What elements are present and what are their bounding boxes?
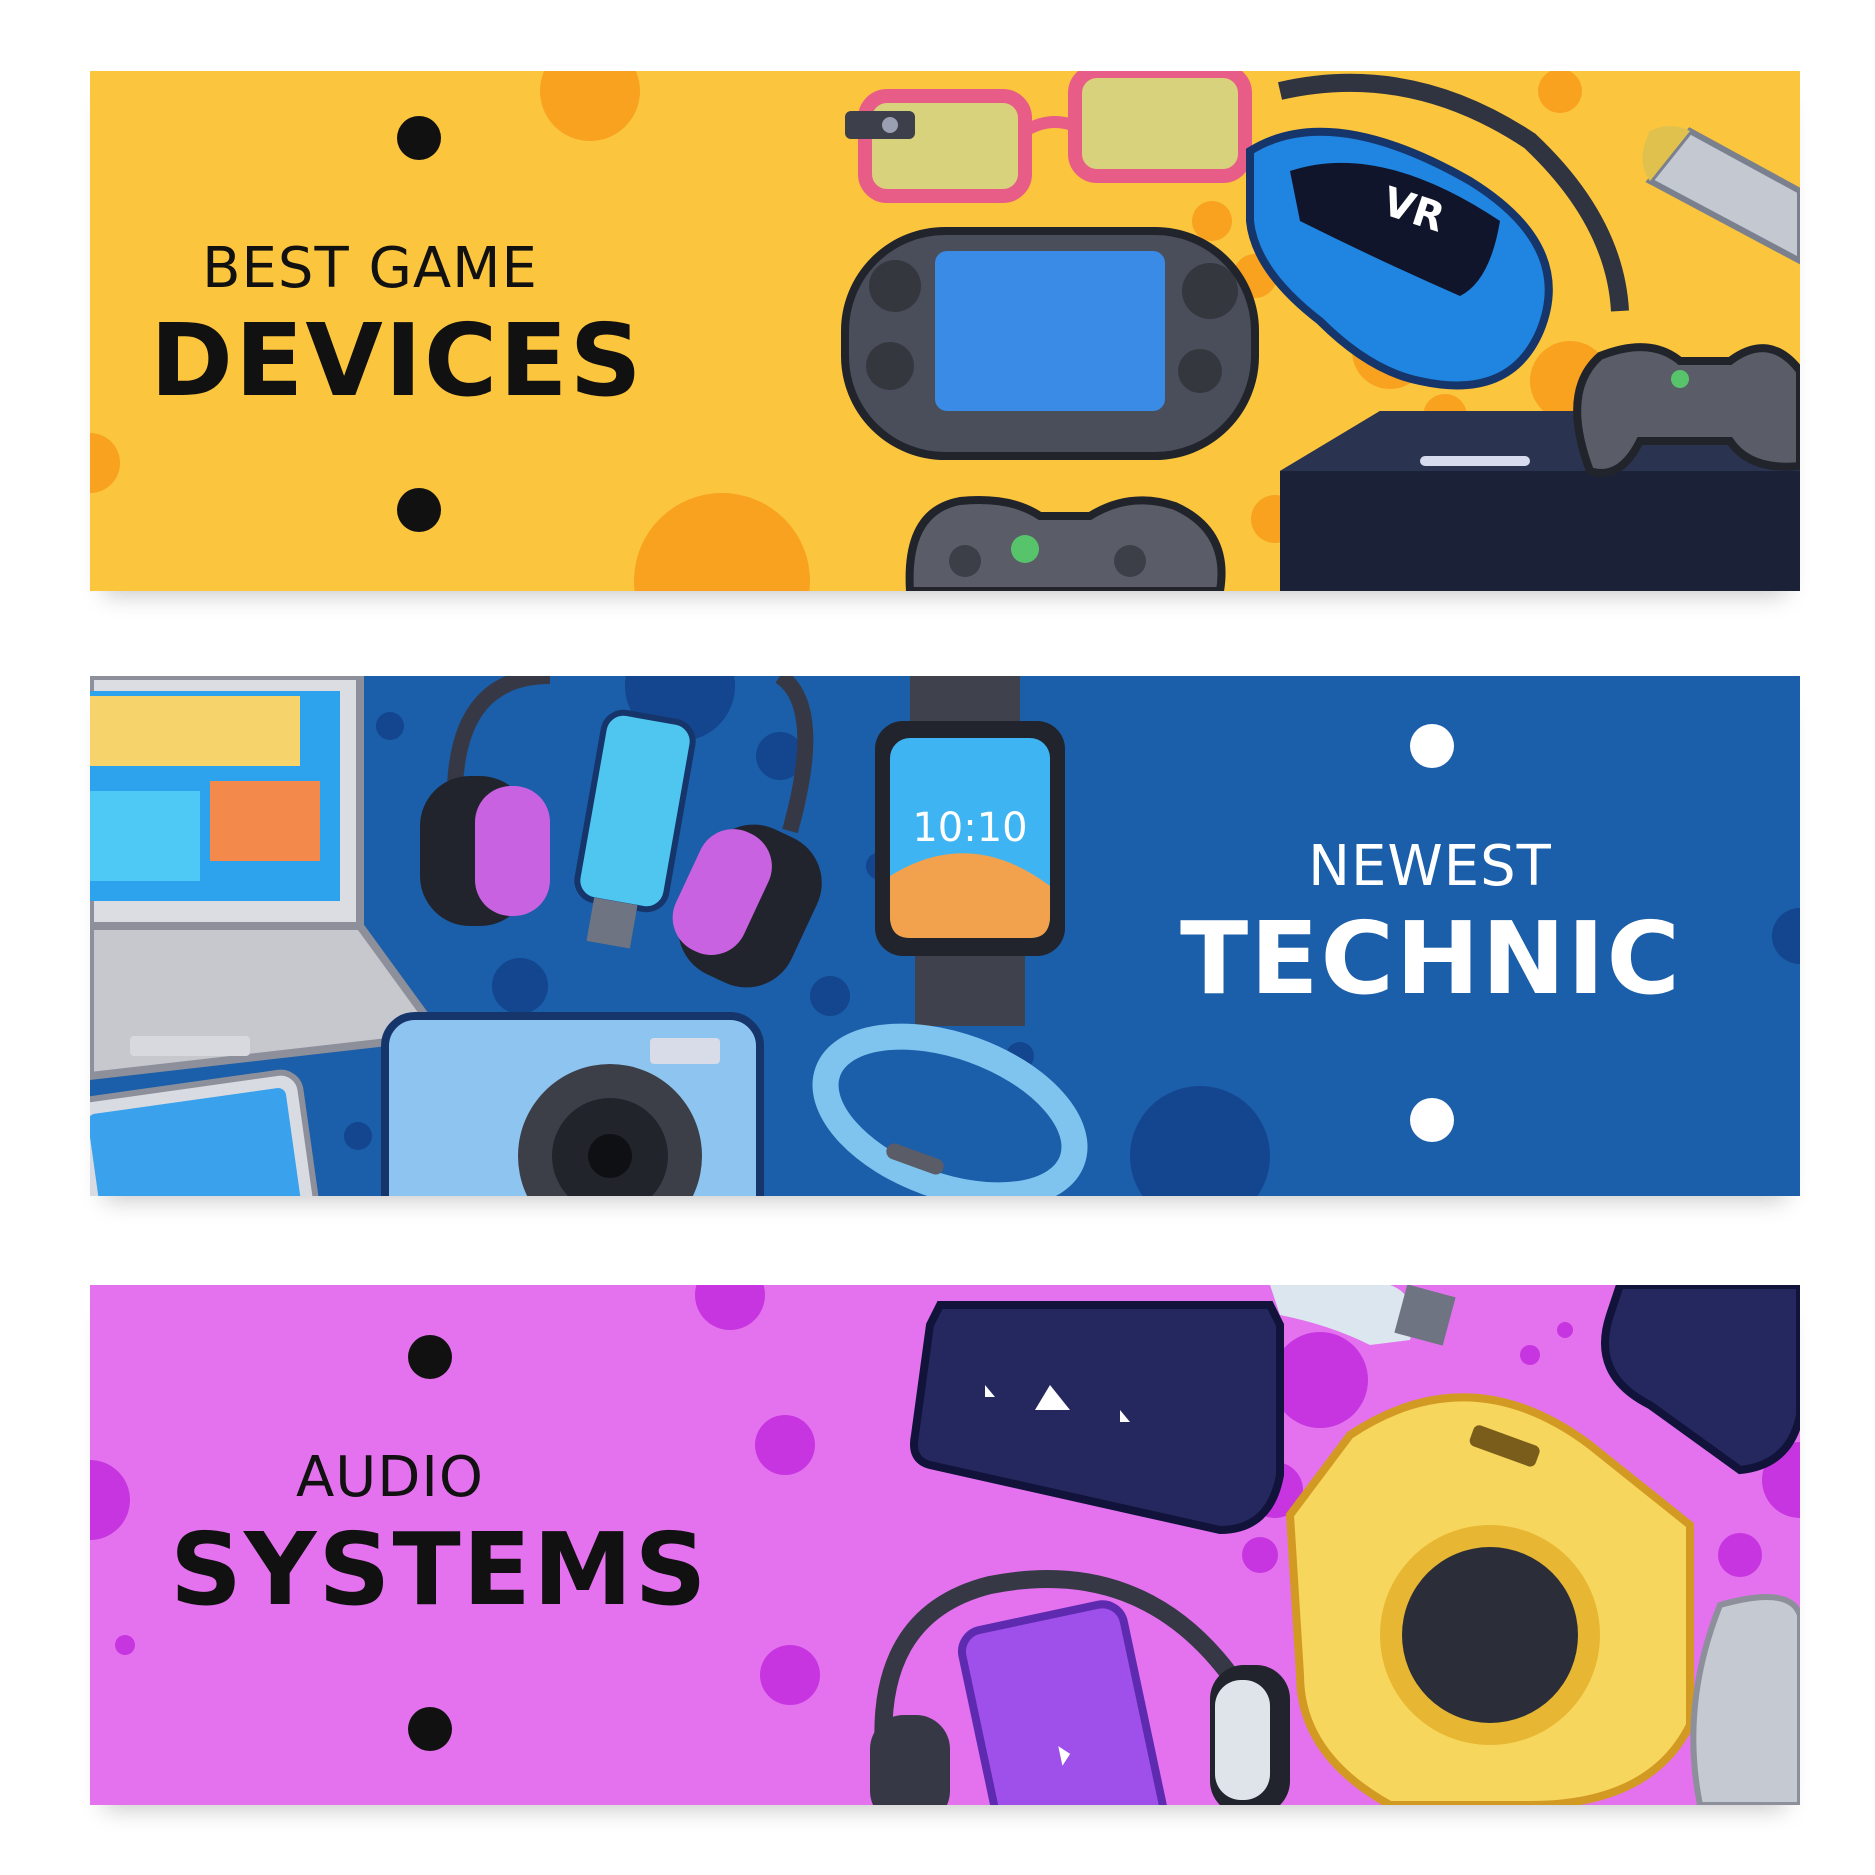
decor-dot-bottom (1410, 1098, 1454, 1142)
portable-speaker-icon (1601, 1285, 1800, 1475)
stylus-device-icon (1642, 126, 1800, 265)
decor-dot-bottom (408, 1707, 452, 1751)
usb-drive-icon (1270, 1285, 1456, 1346)
tablet-icon (90, 1069, 321, 1196)
game-devices-heading: BEST GAME DEVICES (150, 236, 644, 419)
heading-large: SYSTEMS (170, 1511, 709, 1628)
decor-dot-top (1410, 724, 1454, 768)
smart-glasses-icon (845, 71, 1252, 203)
music-player-icon (957, 1600, 1168, 1805)
media-player-icon (910, 1301, 1284, 1535)
banner-game-devices: VR BEST GAME DEVICES (90, 71, 1800, 591)
game-controller-icon (905, 496, 1226, 591)
cylinder-speaker-icon (1690, 1594, 1800, 1805)
svg-text:10:10: 10:10 (912, 805, 1027, 851)
fitness-band-icon (812, 1023, 1088, 1196)
technic-heading: NEWEST TECHNIC (1180, 839, 1680, 1009)
heading-small: BEST GAME (202, 236, 538, 301)
speaker-icon (1285, 1393, 1694, 1805)
heading-large: TECHNIC (1180, 900, 1682, 1017)
heading-large: DEVICES (150, 302, 644, 419)
handheld-console-icon (841, 227, 1259, 460)
decor-dot-bottom (397, 488, 441, 532)
decor-dot-top (397, 116, 441, 160)
banner-audio-systems: AUDIO SYSTEMS (90, 1285, 1800, 1805)
smartwatch-icon: 10:10 (875, 676, 1065, 1026)
heading-small: NEWEST (1308, 834, 1552, 899)
camera-icon (381, 1012, 764, 1196)
banner-newest-technic: 10:10 NEWEST TECHNIC (90, 676, 1800, 1196)
heading-small: AUDIO (295, 1445, 484, 1510)
decor-dot-top (408, 1335, 452, 1379)
vr-headset-icon: VR (1246, 73, 1629, 390)
audio-systems-heading: AUDIO SYSTEMS (170, 1445, 709, 1628)
